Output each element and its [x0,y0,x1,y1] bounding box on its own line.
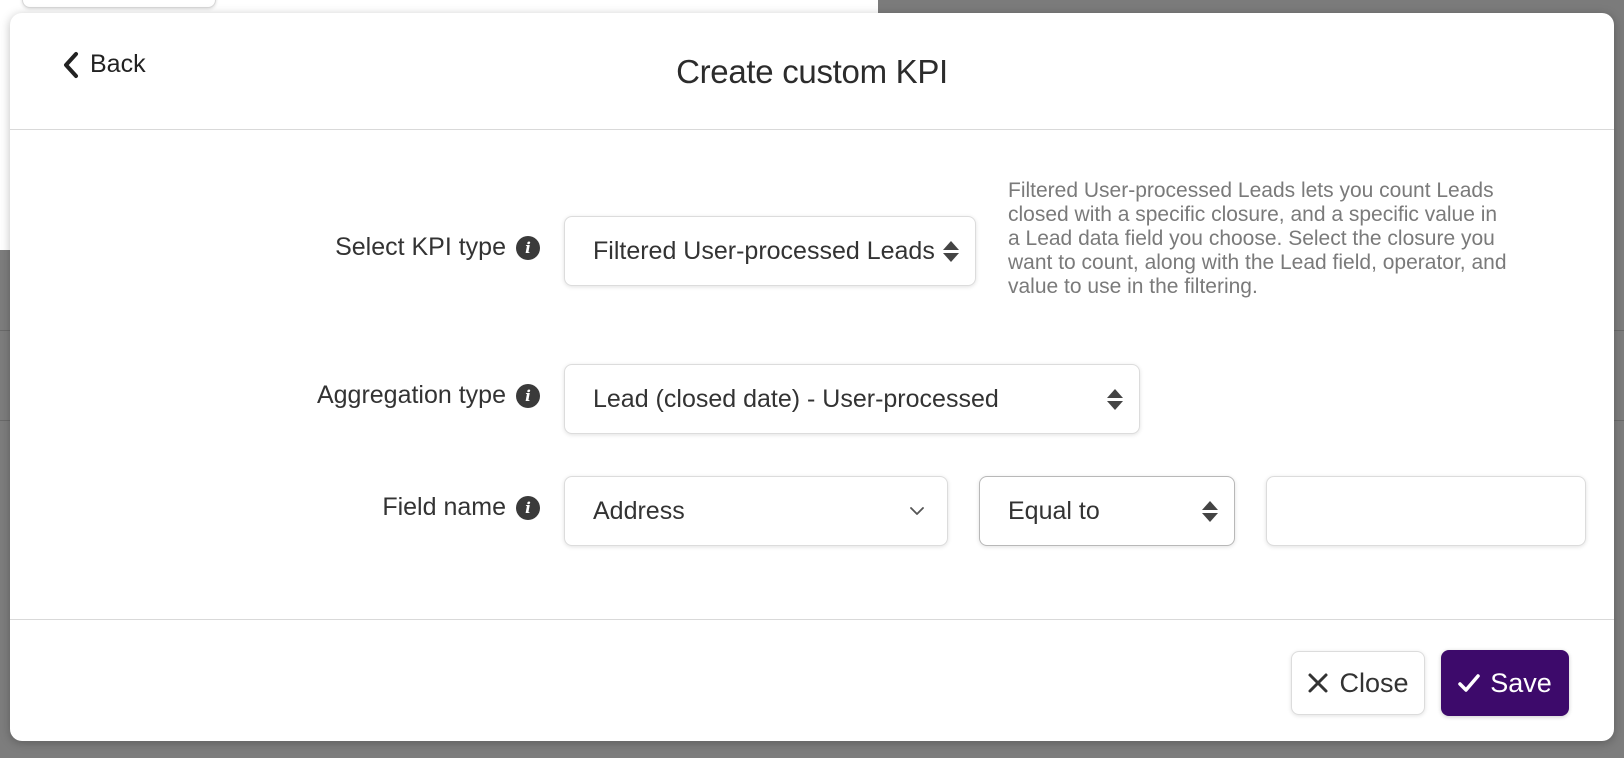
field-name-label: Field name [382,493,506,521]
save-button[interactable]: Save [1441,650,1569,716]
aggregation-type-value: Lead (closed date) - User-processed [593,384,999,413]
save-label: Save [1490,667,1552,698]
info-icon[interactable]: i [516,495,540,520]
operator-select[interactable]: Equal to [979,476,1235,546]
close-button[interactable]: Close [1291,651,1425,715]
operator-value: Equal to [1008,496,1100,525]
aggregation-type-label-group: Aggregation type i [260,381,540,410]
field-name-label-group: Field name i [260,493,540,522]
kpi-type-value: Filtered User-processed Leads [593,236,935,265]
filter-value-input[interactable] [1266,476,1586,546]
x-icon [1308,673,1328,693]
kpi-type-label: Select KPI type [335,233,506,261]
aggregation-type-label: Aggregation type [316,381,506,409]
aggregation-type-select[interactable]: Lead (closed date) - User-processed [564,364,1140,434]
kpi-type-label-group: Select KPI type i [260,233,540,262]
kpi-type-help-text: Filtered User-processed Leads lets you c… [1008,179,1507,298]
sort-updown-icon [943,239,959,263]
info-icon[interactable]: i [516,235,540,260]
kpi-type-select[interactable]: Filtered User-processed Leads [564,216,976,286]
footer-divider [10,619,1614,620]
modal-title: Create custom KPI [676,53,948,90]
field-name-value: Address [593,496,685,525]
background-tab [22,0,216,8]
chevron-down-icon [910,507,924,515]
field-name-select[interactable]: Address [564,476,948,546]
create-kpi-modal: Back Create custom KPI Select KPI type i… [10,13,1614,741]
sort-updown-icon [1107,387,1123,411]
close-label: Close [1339,667,1409,698]
check-icon [1458,674,1480,692]
info-icon[interactable]: i [516,383,540,408]
modal-header: Back Create custom KPI [10,13,1614,130]
sort-updown-icon [1202,499,1218,523]
